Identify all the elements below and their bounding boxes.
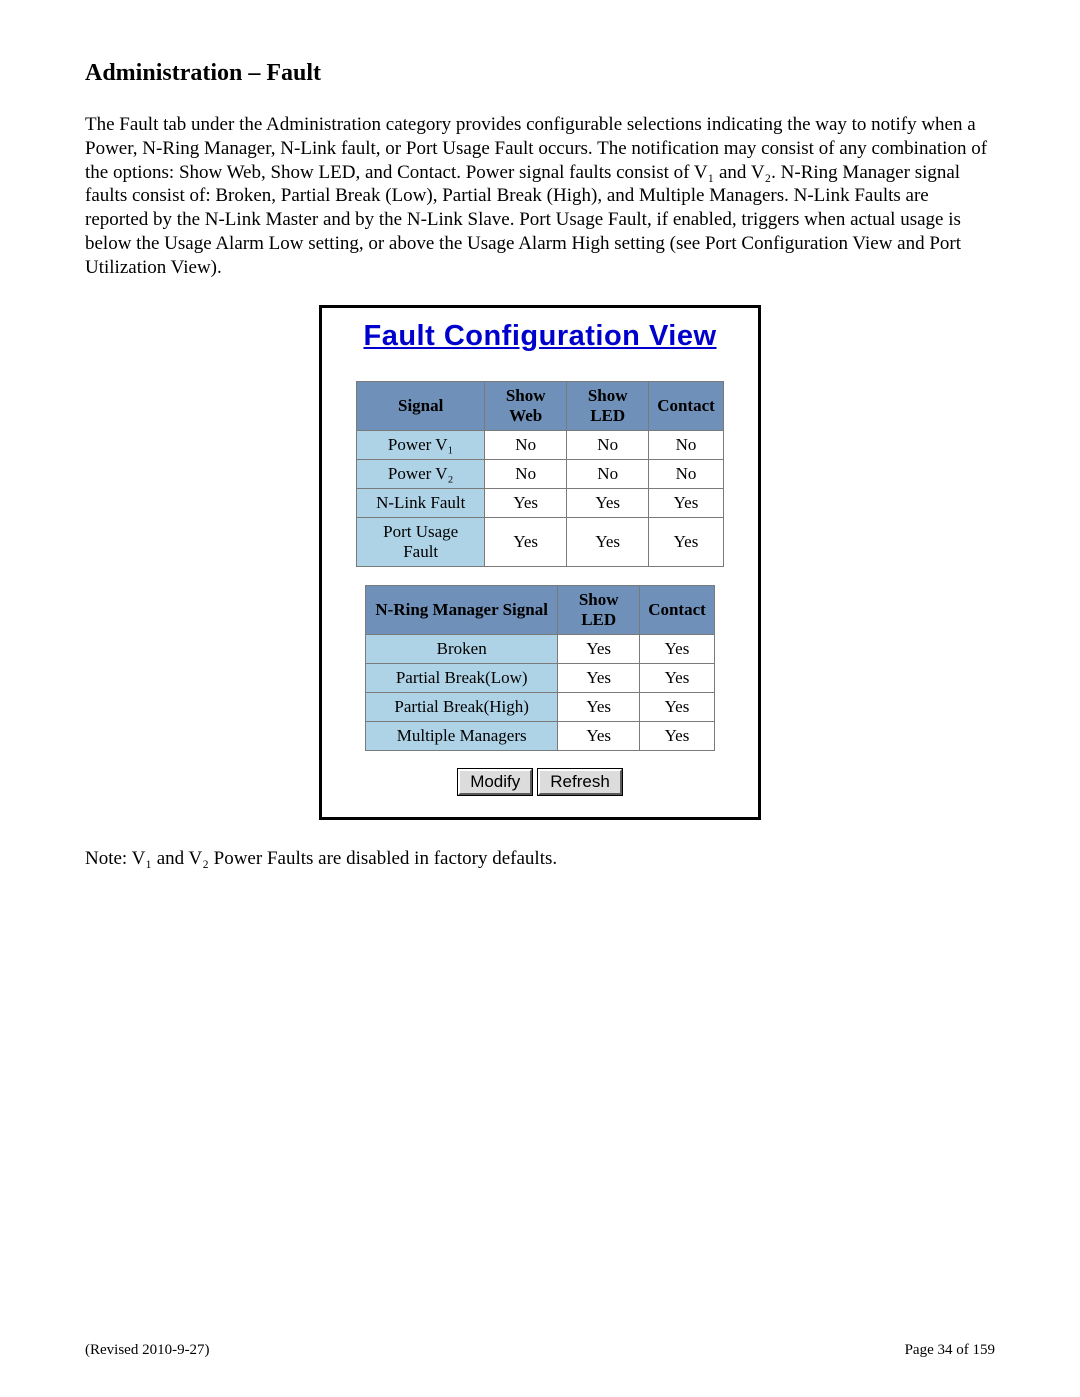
page-footer: (Revised 2010-9-27) Page 34 of 159 bbox=[85, 1342, 995, 1359]
body-paragraph: The Fault tab under the Administration c… bbox=[85, 113, 995, 279]
cell-contact: No bbox=[649, 431, 724, 460]
cell-signal: Partial Break(High) bbox=[366, 693, 558, 722]
table-row: Partial Break(High) Yes Yes bbox=[366, 693, 715, 722]
cell-show-web: Yes bbox=[485, 518, 567, 567]
cell-show-led: Yes bbox=[567, 518, 649, 567]
cell-signal: Partial Break(Low) bbox=[366, 664, 558, 693]
cell-contact: Yes bbox=[649, 489, 724, 518]
table-row: Port Usage Fault Yes Yes Yes bbox=[357, 518, 724, 567]
cell-contact: Yes bbox=[640, 635, 715, 664]
cell-show-led: Yes bbox=[558, 635, 640, 664]
cell-show-led: Yes bbox=[567, 489, 649, 518]
footer-revised: (Revised 2010-9-27) bbox=[85, 1342, 210, 1359]
col-signal: Signal bbox=[357, 382, 485, 431]
col-show-web: Show Web bbox=[485, 382, 567, 431]
refresh-button[interactable]: Refresh bbox=[538, 769, 622, 795]
cell-contact: Yes bbox=[640, 693, 715, 722]
cell-contact: Yes bbox=[640, 664, 715, 693]
table-header-row: N-Ring Manager Signal Show LED Contact bbox=[366, 586, 715, 635]
panel-title: Fault Configuration View bbox=[363, 320, 716, 353]
cell-show-led: Yes bbox=[558, 664, 640, 693]
cell-signal: Power V₂ bbox=[357, 460, 485, 489]
cell-show-web: No bbox=[485, 460, 567, 489]
table-row: Multiple Managers Yes Yes bbox=[366, 722, 715, 751]
table-row: Partial Break(Low) Yes Yes bbox=[366, 664, 715, 693]
table-row: Broken Yes Yes bbox=[366, 635, 715, 664]
table-row: Power V₁ No No No bbox=[357, 431, 724, 460]
cell-show-led: Yes bbox=[558, 722, 640, 751]
cell-show-led: Yes bbox=[558, 693, 640, 722]
cell-show-web: Yes bbox=[485, 489, 567, 518]
page-heading: Administration – Fault bbox=[85, 60, 995, 87]
col-contact: Contact bbox=[649, 382, 724, 431]
cell-show-web: No bbox=[485, 431, 567, 460]
cell-signal: Multiple Managers bbox=[366, 722, 558, 751]
cell-show-led: No bbox=[567, 431, 649, 460]
footer-page: Page 34 of 159 bbox=[905, 1342, 995, 1359]
cell-signal: N-Link Fault bbox=[357, 489, 485, 518]
cell-contact: No bbox=[649, 460, 724, 489]
col-nring-signal: N-Ring Manager Signal bbox=[366, 586, 558, 635]
col-show-led: Show LED bbox=[567, 382, 649, 431]
table-row: N-Link Fault Yes Yes Yes bbox=[357, 489, 724, 518]
nring-table: N-Ring Manager Signal Show LED Contact B… bbox=[365, 585, 715, 751]
table-header-row: Signal Show Web Show LED Contact bbox=[357, 382, 724, 431]
cell-contact: Yes bbox=[649, 518, 724, 567]
col-contact: Contact bbox=[640, 586, 715, 635]
note-text: Note: V₁ and V₂ Power Faults are disable… bbox=[85, 848, 995, 870]
modify-button[interactable]: Modify bbox=[458, 769, 532, 795]
signal-table: Signal Show Web Show LED Contact Power V… bbox=[356, 381, 724, 567]
cell-contact: Yes bbox=[640, 722, 715, 751]
cell-signal: Port Usage Fault bbox=[357, 518, 485, 567]
button-row: Modify Refresh bbox=[332, 769, 748, 795]
col-show-led: Show LED bbox=[558, 586, 640, 635]
cell-signal: Broken bbox=[366, 635, 558, 664]
cell-signal: Power V₁ bbox=[357, 431, 485, 460]
table-row: Power V₂ No No No bbox=[357, 460, 724, 489]
fault-config-panel: Fault Configuration View Signal Show Web… bbox=[319, 305, 761, 820]
cell-show-led: No bbox=[567, 460, 649, 489]
